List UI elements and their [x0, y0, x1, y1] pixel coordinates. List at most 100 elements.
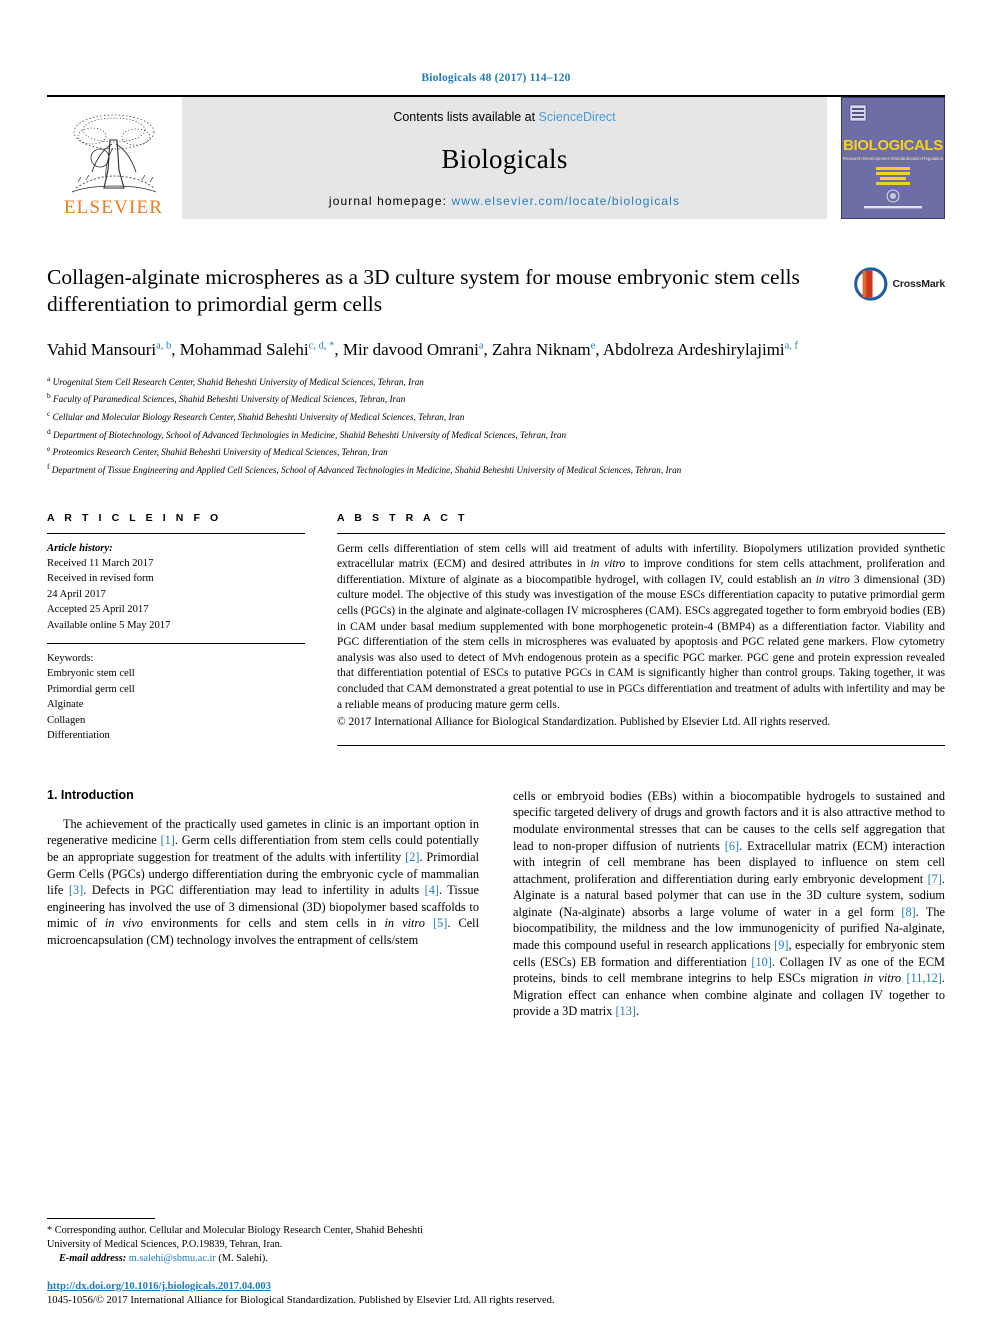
footnote-block: * Corresponding author. Cellular and Mol…	[47, 1218, 467, 1266]
history-item: 24 April 2017	[47, 588, 106, 600]
author-entry: Mohammad Salehic, d, *,	[180, 340, 343, 359]
email-link[interactable]: m.salehi@sbmu.ac.ir	[129, 1253, 216, 1264]
crossmark-badge[interactable]: CrossMark	[853, 260, 945, 308]
email-label: E-mail address:	[59, 1253, 127, 1264]
cover-art: BIOLOGICALS Research-Development-Standar…	[842, 98, 944, 218]
citation-ref[interactable]: [3]	[69, 883, 83, 897]
citation-ref[interactable]: [11,12]	[907, 971, 942, 985]
abstract-column: A B S T R A C T Germ cells differentiati…	[337, 512, 945, 746]
citation-ref[interactable]: [8]	[901, 905, 915, 919]
journal-title: Biologicals	[441, 143, 568, 174]
issn-copyright-line: 1045-1056/© 2017 International Alliance …	[47, 1295, 555, 1307]
masthead-center: Contents lists available at ScienceDirec…	[182, 97, 827, 219]
abstract-heading: A B S T R A C T	[337, 511, 468, 524]
abstract-text: Germ cells differentiation of stem cells…	[337, 534, 945, 731]
author-entry: Mir davood Omrania,	[343, 340, 492, 359]
intro-paragraph-left: The achievement of the practically used …	[47, 816, 479, 949]
author-sep: ,	[483, 339, 492, 359]
affiliation-list: a Urogenital Stem Cell Research Center, …	[47, 372, 927, 478]
body-column-left: 1. Introduction The achievement of the p…	[47, 788, 479, 1020]
history-item: Received 11 March 2017	[47, 558, 154, 569]
keyword-item: Primordial germ cell	[47, 683, 135, 695]
citation-ref[interactable]: [5]	[433, 916, 447, 930]
citation-ref[interactable]: [10]	[751, 955, 772, 969]
affiliation-item: a Urogenital Stem Cell Research Center, …	[47, 372, 927, 390]
elsevier-wordmark: ELSEVIER	[63, 197, 164, 218]
affiliation-mark: f	[47, 461, 50, 471]
latin-phrase: in vitro	[863, 971, 902, 986]
section-heading-introduction: 1. Introduction	[47, 787, 134, 802]
intro-left-text: The achievement of the practically used …	[47, 816, 479, 947]
citation-ref[interactable]: [9]	[774, 938, 788, 952]
contents-available-line: Contents lists available at ScienceDirec…	[393, 110, 615, 124]
author-sep: ,	[334, 339, 343, 359]
affiliation-text: Department of Tissue Engineering and App…	[51, 465, 682, 475]
author-name: Mohammad Salehi	[179, 339, 309, 359]
affiliation-item: f Department of Tissue Engineering and A…	[47, 460, 927, 478]
article-history-label: Article history:	[47, 542, 113, 554]
author-name: Vahid Mansouri	[47, 339, 157, 359]
corresponding-author-note: * Corresponding author. Cellular and Mol…	[47, 1224, 467, 1252]
svg-text:Research-Development-Standardi: Research-Development-Standardization-Reg…	[843, 156, 944, 161]
email-note: E-mail address: m.salehi@sbmu.ac.ir (M. …	[47, 1252, 467, 1266]
author-list: Vahid Mansouria, b, Mohammad Salehic, d,…	[47, 334, 847, 361]
keyword-item: Embryonic stem cell	[47, 668, 135, 680]
latin-phrase: in vitro	[384, 916, 425, 931]
author-affil-marks: a, b	[156, 340, 172, 351]
latin-phrase: in vivo	[104, 916, 143, 931]
affiliation-text: Urogenital Stem Cell Research Center, Sh…	[52, 376, 424, 387]
doi-link[interactable]: http://dx.doi.org/10.1016/j.biologicals.…	[47, 1280, 747, 1295]
keywords-block: Keywords: Embryonic stem cell Primordial…	[47, 643, 305, 743]
affiliation-mark: a	[47, 373, 51, 383]
crossmark-icon	[854, 267, 888, 301]
author-entry: Vahid Mansouria, b,	[47, 340, 180, 359]
elsevier-logo: ELSEVIER	[47, 97, 180, 219]
citation-ref[interactable]: [4]	[425, 883, 439, 897]
keywords-label: Keywords:	[47, 653, 94, 665]
running-head: Biologicals 48 (2017) 114–120	[421, 72, 571, 84]
affiliation-item: b Faculty of Paramedical Sciences, Shahi…	[47, 389, 927, 407]
elsevier-tree-icon	[71, 114, 156, 193]
latin-phrase: in vitro	[590, 558, 626, 571]
article-info-column: A R T I C L E I N F O Article history: R…	[47, 512, 305, 746]
citation-ref[interactable]: [6]	[725, 839, 739, 853]
author-affil-marks: a, f	[784, 340, 799, 351]
history-item: Accepted 25 April 2017	[47, 604, 149, 616]
author-sep: ,	[171, 339, 180, 359]
author-entry: Zahra Nikname,	[492, 340, 603, 359]
journal-masthead: ELSEVIER Contents lists available at Sci…	[47, 95, 945, 219]
citation-ref[interactable]: [2]	[405, 850, 419, 864]
author-name: Mir davood Omrani	[342, 339, 479, 359]
crossmark-label: CrossMark	[892, 278, 946, 290]
homepage-prefix: journal homepage:	[328, 194, 452, 208]
journal-homepage-line: journal homepage: www.elsevier.com/locat…	[329, 194, 680, 208]
doi-block: http://dx.doi.org/10.1016/j.biologicals.…	[47, 1280, 747, 1309]
body-column-right: cells or embryoid bodies (EBs) within a …	[513, 788, 945, 1020]
affiliation-text: Cellular and Molecular Biology Research …	[52, 412, 465, 423]
info-abstract-row: A R T I C L E I N F O Article history: R…	[47, 512, 945, 746]
citation-ref[interactable]: [1]	[161, 833, 175, 847]
affiliation-text: Department of Biotechnology, School of A…	[53, 429, 567, 440]
author-affil-marks: c, d, *	[308, 340, 335, 351]
corresponding-author-text: Corresponding author. Cellular and Molec…	[47, 1225, 423, 1250]
corresponding-author-marker: *	[47, 1225, 53, 1236]
affiliation-text: Faculty of Paramedical Sciences, Shahid …	[53, 394, 406, 405]
affiliation-item: e Proteomics Research Center, Shahid Beh…	[47, 442, 927, 460]
title-block: Collagen-alginate microspheres as a 3D c…	[47, 264, 945, 478]
paper-page: Biologicals 48 (2017) 114–120 ELSEVIER C…	[0, 0, 992, 1323]
citation-ref[interactable]: [13]	[615, 1004, 636, 1018]
author-name: Abdolreza Ardeshirylajimi	[602, 339, 785, 359]
article-info-heading: A R T I C L E I N F O	[47, 511, 222, 524]
affiliation-item: d Department of Biotechnology, School of…	[47, 425, 927, 443]
abstract-bottom-rule	[337, 744, 945, 746]
citation-ref[interactable]: [7]	[928, 872, 942, 886]
body-columns: 1. Introduction The achievement of the p…	[47, 788, 945, 1020]
sciencedirect-link[interactable]: ScienceDirect	[539, 110, 616, 124]
homepage-url-link[interactable]: www.elsevier.com/locate/biologicals	[451, 194, 680, 208]
keyword-item: Alginate	[47, 699, 84, 711]
affiliation-item: c Cellular and Molecular Biology Researc…	[47, 407, 927, 425]
keyword-item: Collagen	[47, 714, 86, 726]
abstract-copyright: © 2017 International Alliance for Biolog…	[337, 716, 831, 729]
svg-text:BIOLOGICALS: BIOLOGICALS	[843, 137, 943, 154]
author-name: Zahra Niknam	[491, 339, 591, 359]
